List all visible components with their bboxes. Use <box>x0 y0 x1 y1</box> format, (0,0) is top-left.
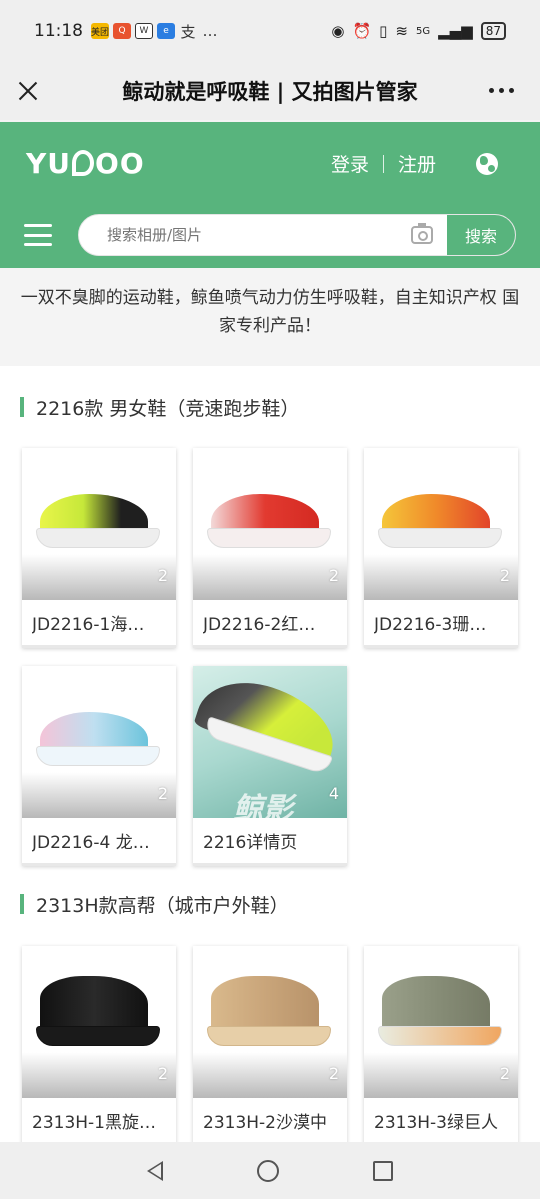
menu-icon[interactable] <box>24 224 52 246</box>
status-time: 11:18 <box>34 21 83 41</box>
album-card[interactable]: 2 JD2216-1海… <box>22 448 176 648</box>
vibrate-icon: ▯ <box>379 22 388 40</box>
album-card[interactable]: 鲸影 4 2216详情页 <box>193 666 347 866</box>
album-title: JD2216-2红… <box>203 615 316 635</box>
shoe-image <box>382 494 490 532</box>
album-card[interactable]: 2 2313H-3绿巨人 <box>364 946 518 1142</box>
shoe-image <box>211 976 319 1032</box>
shoe-image <box>211 494 319 532</box>
section-marker <box>20 397 24 417</box>
album-card[interactable]: 2 JD2216-4 龙… <box>22 666 176 866</box>
album-thumbnail <box>193 946 347 1098</box>
search-input[interactable] <box>107 215 397 255</box>
section-title: 2216款 男女鞋（竞速跑步鞋） <box>36 397 300 420</box>
alipay-icon: 支 <box>180 22 196 41</box>
album-thumbnail <box>364 946 518 1098</box>
title-bar: 鲸动就是呼吸鞋 | 又拍图片管家 <box>0 62 540 120</box>
search-button[interactable]: 搜索 <box>447 215 515 255</box>
album-content: 2216款 男女鞋（竞速跑步鞋） 2 JD2216-1海… 2 JD2216-2… <box>0 366 540 1142</box>
camera-icon[interactable] <box>411 223 433 244</box>
alarm-icon: ⏰ <box>352 22 372 40</box>
album-title: 2313H-1黑旋… <box>32 1113 156 1133</box>
home-icon[interactable] <box>257 1159 279 1182</box>
album-description: 一双不臭脚的运动鞋，鲸鱼喷气动力仿生呼吸鞋，自主知识产权 国家专利产品！ <box>0 268 540 366</box>
album-thumbnail: 鲸影 <box>193 666 347 818</box>
photo-count: 4 <box>328 784 339 803</box>
photo-count: 2 <box>499 566 510 585</box>
photo-count: 2 <box>157 784 168 803</box>
signal-bars-icon: ▂▄▆ <box>438 22 473 40</box>
album-card[interactable]: 2 JD2216-3珊… <box>364 448 518 648</box>
meituan-app-icon: 美团 <box>91 23 109 39</box>
app-notification-icon: W <box>135 23 153 39</box>
album-title: JD2216-3珊… <box>374 615 487 635</box>
status-app-icons: 美团 Q W e 支 … <box>91 22 219 41</box>
album-card[interactable]: 2 JD2216-2红… <box>193 448 347 648</box>
album-thumbnail <box>22 946 176 1098</box>
album-card[interactable]: 2 2313H-2沙漠中 <box>193 946 347 1142</box>
shoe-image <box>40 494 148 532</box>
globe-icon[interactable] <box>476 153 498 175</box>
album-title: 2313H-3绿巨人 <box>374 1113 498 1133</box>
yupoo-logo[interactable]: YU OO <box>26 146 145 180</box>
app-notification-icon: Q <box>113 23 131 39</box>
shoe-image <box>40 712 148 750</box>
login-link[interactable]: 登录 <box>331 150 369 177</box>
section-marker <box>20 894 24 914</box>
divider <box>382 154 384 173</box>
photo-count: 2 <box>157 1064 168 1083</box>
eye-icon: ◉ <box>331 22 345 40</box>
album-thumbnail <box>22 666 176 818</box>
wifi-icon: ≋ <box>395 22 408 40</box>
battery-icon: 87 <box>480 22 506 40</box>
close-icon[interactable] <box>16 79 40 103</box>
back-icon[interactable] <box>147 1160 163 1181</box>
search-box: 搜索 <box>78 214 516 256</box>
album-title: 2313H-2沙漠中 <box>203 1113 327 1133</box>
shoe-image <box>382 976 490 1032</box>
app-notification-icon: e <box>157 23 175 39</box>
register-link[interactable]: 注册 <box>398 150 436 177</box>
album-thumbnail <box>364 448 518 600</box>
section-header: 2216款 男女鞋（竞速跑步鞋） <box>20 395 300 420</box>
auth-links: 登录 注册 <box>331 150 436 177</box>
more-options-icon[interactable] <box>489 88 514 93</box>
section-header: 2313H款高帮（城市户外鞋） <box>20 892 289 917</box>
album-thumbnail <box>193 448 347 600</box>
album-card[interactable]: 2 2313H-1黑旋… <box>22 946 176 1142</box>
site-header: YU OO 登录 注册 搜索 <box>0 122 540 268</box>
album-title: JD2216-1海… <box>32 615 145 635</box>
signal-label: 5G <box>415 25 431 37</box>
photo-count: 2 <box>499 1064 510 1083</box>
system-nav-bar <box>0 1142 540 1199</box>
recent-apps-icon[interactable] <box>373 1160 393 1181</box>
album-watermark: 鲸影 <box>233 792 293 818</box>
shoe-image <box>40 976 148 1032</box>
photo-count: 2 <box>157 566 168 585</box>
album-title: 2216详情页 <box>203 833 298 853</box>
section-title: 2313H款高帮（城市户外鞋） <box>36 894 289 917</box>
page-title: 鲸动就是呼吸鞋 | 又拍图片管家 <box>122 80 418 104</box>
photo-count: 2 <box>328 1064 339 1083</box>
status-indicators: ◉ ⏰ ▯ ≋ 5G ▂▄▆ 87 <box>331 22 506 40</box>
album-thumbnail <box>22 448 176 600</box>
album-title: JD2216-4 龙… <box>32 833 150 853</box>
photo-count: 2 <box>328 566 339 585</box>
status-bar: 11:18 美团 Q W e 支 … ◉ ⏰ ▯ ≋ 5G ▂▄▆ 87 <box>0 0 540 62</box>
more-notifications-icon: … <box>202 22 218 40</box>
